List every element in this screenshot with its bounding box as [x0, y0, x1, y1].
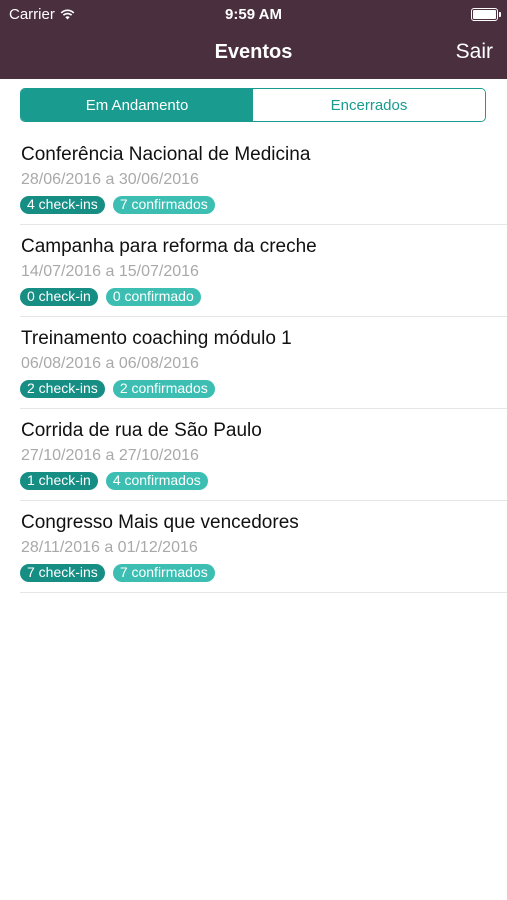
confirmed-badge: 7 confirmados [112, 564, 215, 582]
event-name: Congresso Mais que vencedores [21, 512, 299, 533]
event-list-item[interactable]: Congresso Mais que vencedores 28/11/2016… [20, 501, 507, 593]
tab-encerrados[interactable]: Encerrados [253, 89, 485, 121]
checkins-badge: 0 check-in [20, 288, 98, 306]
navigation-bar: Eventos Sair [0, 28, 507, 79]
event-name: Conferência Nacional de Medicina [21, 144, 311, 165]
event-dates: 14/07/2016 a 15/07/2016 [21, 263, 199, 280]
event-list-item[interactable]: Corrida de rua de São Paulo 27/10/2016 a… [20, 409, 507, 501]
event-filter-segmented-control: Em Andamento Encerrados [20, 88, 486, 122]
battery-icon [471, 8, 501, 21]
event-dates: 06/08/2016 a 06/08/2016 [21, 355, 199, 372]
confirmed-badge: 2 confirmados [112, 380, 215, 398]
event-list-item[interactable]: Conferência Nacional de Medicina 28/06/2… [20, 133, 507, 225]
tab-em-andamento[interactable]: Em Andamento [21, 89, 253, 121]
event-name: Corrida de rua de São Paulo [21, 420, 262, 441]
checkins-badge: 2 check-ins [20, 380, 105, 398]
event-list-item[interactable]: Treinamento coaching módulo 1 06/08/2016… [20, 317, 507, 409]
events-list: Conferência Nacional de Medicina 28/06/2… [0, 133, 507, 593]
confirmed-badge: 7 confirmados [112, 196, 215, 214]
checkins-badge: 7 check-ins [20, 564, 105, 582]
top-bar: Carrier 9:59 AM Eventos Sair [0, 0, 507, 79]
event-dates: 27/10/2016 a 27/10/2016 [21, 447, 199, 464]
event-dates: 28/11/2016 a 01/12/2016 [21, 539, 198, 556]
event-list-item[interactable]: Campanha para reforma da creche 14/07/20… [20, 225, 507, 317]
event-badges: 7 check-ins 7 confirmados [20, 564, 215, 582]
event-badges: 2 check-ins 2 confirmados [20, 380, 215, 398]
battery-fill [473, 10, 496, 19]
event-dates: 28/06/2016 a 30/06/2016 [21, 171, 199, 188]
checkins-badge: 4 check-ins [20, 196, 105, 214]
status-time: 9:59 AM [225, 6, 282, 23]
event-name: Campanha para reforma da creche [21, 236, 317, 257]
event-badges: 0 check-in 0 confirmado [20, 288, 201, 306]
status-bar: Carrier 9:59 AM [0, 0, 507, 28]
event-name: Treinamento coaching módulo 1 [21, 328, 292, 349]
logout-button[interactable]: Sair [456, 40, 493, 64]
page-title: Eventos [214, 41, 293, 63]
event-badges: 4 check-ins 7 confirmados [20, 196, 215, 214]
confirmed-badge: 0 confirmado [105, 288, 201, 306]
checkins-badge: 1 check-in [20, 472, 98, 490]
confirmed-badge: 4 confirmados [105, 472, 208, 490]
event-badges: 1 check-in 4 confirmados [20, 472, 208, 490]
